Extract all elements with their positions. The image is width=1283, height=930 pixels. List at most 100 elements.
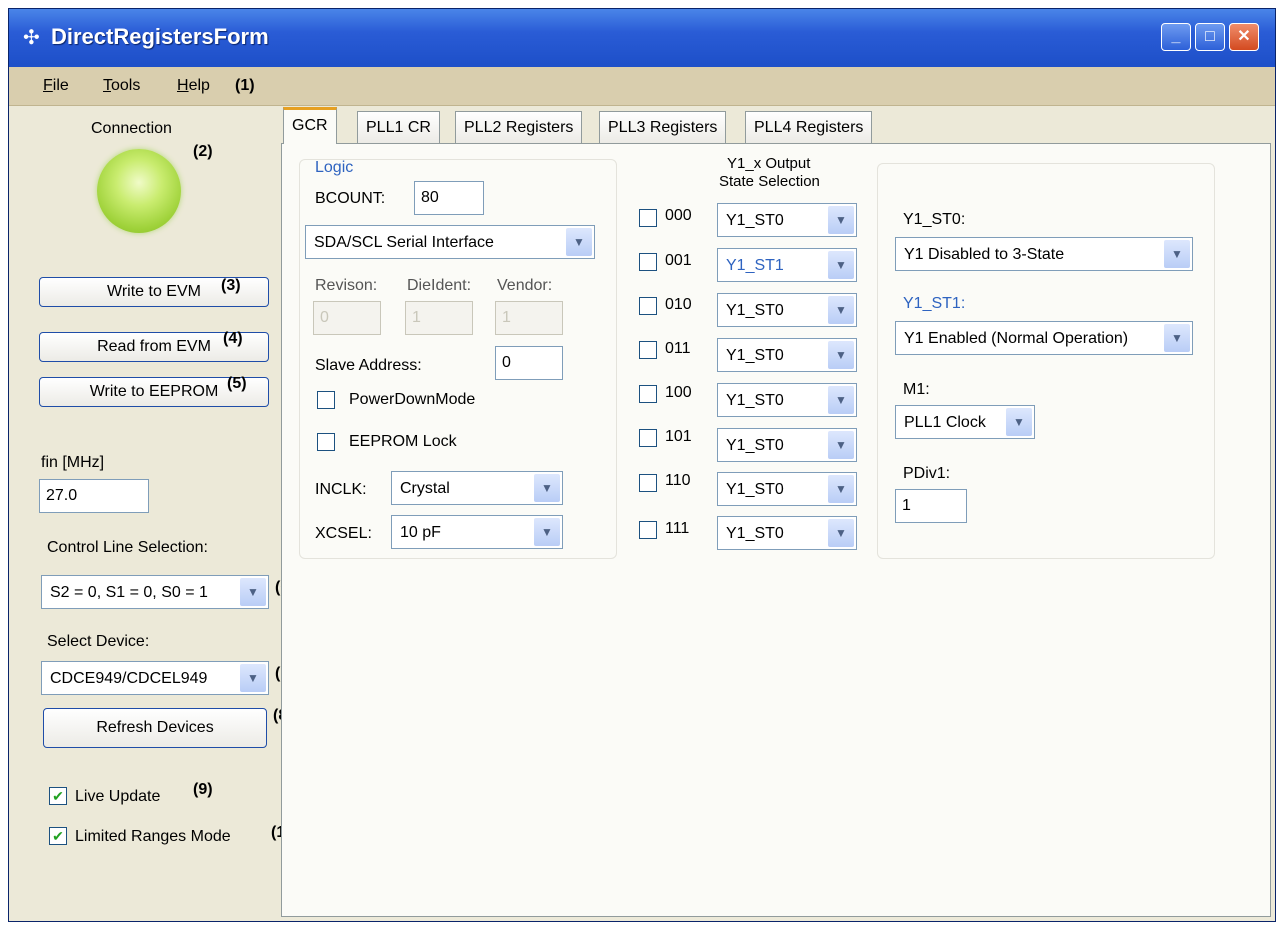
tab-pll1-cr[interactable]: PLL1 CR bbox=[357, 111, 440, 143]
output-row-state: Y1_ST0 bbox=[726, 525, 784, 542]
output-row-code: 010 bbox=[665, 296, 692, 313]
main-window: ✣ DirectRegistersForm _ □ ✕ File Tools H… bbox=[8, 8, 1276, 922]
chevron-down-icon[interactable]: ▼ bbox=[828, 431, 854, 459]
chevron-down-icon[interactable]: ▼ bbox=[534, 474, 560, 502]
annotation-9: (9) bbox=[193, 781, 213, 798]
connection-status-led-icon bbox=[97, 149, 181, 233]
tab-pll4-registers[interactable]: PLL4 Registers bbox=[745, 111, 873, 143]
dieident-field: 1 bbox=[405, 301, 473, 335]
output-row-select[interactable]: Y1_ST0 ▼ bbox=[717, 203, 857, 237]
menu-tools[interactable]: Tools bbox=[103, 77, 140, 95]
pdiv1-input[interactable]: 1 bbox=[895, 489, 967, 523]
output-row-select[interactable]: Y1_ST0 ▼ bbox=[717, 516, 857, 550]
bcount-input[interactable]: 80 bbox=[414, 181, 484, 215]
m1-value: PLL1 Clock bbox=[904, 414, 986, 431]
chevron-down-icon[interactable]: ▼ bbox=[534, 518, 560, 546]
y1-st0-select[interactable]: Y1 Disabled to 3-State ▼ bbox=[895, 237, 1193, 271]
write-to-evm-label: Write to EVM bbox=[107, 283, 201, 300]
chevron-down-icon[interactable]: ▼ bbox=[1164, 240, 1190, 268]
output-row-checkbox[interactable] bbox=[639, 209, 657, 227]
inclk-select[interactable]: Crystal ▼ bbox=[391, 471, 563, 505]
output-row-state: Y1_ST0 bbox=[726, 347, 784, 364]
output-row-checkbox[interactable] bbox=[639, 521, 657, 539]
output-row-state: Y1_ST0 bbox=[726, 481, 784, 498]
select-device-label: Select Device: bbox=[47, 633, 150, 650]
output-row-checkbox[interactable] bbox=[639, 253, 657, 271]
logic-group-label: Logic bbox=[315, 159, 354, 176]
fin-label: fin [MHz] bbox=[41, 454, 105, 471]
output-row-select[interactable]: Y1_ST0 ▼ bbox=[717, 428, 857, 462]
refresh-devices-label: Refresh Devices bbox=[96, 719, 214, 736]
vendor-label: Vendor: bbox=[497, 277, 553, 294]
annotation-4: (4) bbox=[223, 330, 243, 347]
chevron-down-icon[interactable]: ▼ bbox=[828, 341, 854, 369]
output-row-select[interactable]: Y1_ST1 ▼ bbox=[717, 248, 857, 282]
chevron-down-icon[interactable]: ▼ bbox=[240, 578, 266, 606]
powerdown-checkbox[interactable] bbox=[317, 391, 335, 409]
dieident-label: DieIdent: bbox=[407, 277, 472, 294]
output-row-checkbox[interactable] bbox=[639, 385, 657, 403]
y1-st1-select[interactable]: Y1 Enabled (Normal Operation) ▼ bbox=[895, 321, 1193, 355]
m1-select[interactable]: PLL1 Clock ▼ bbox=[895, 405, 1035, 439]
connection-label: Connection bbox=[91, 120, 172, 137]
output-header-line1: Y1_x Output bbox=[727, 155, 811, 172]
menu-help[interactable]: Help bbox=[177, 77, 210, 95]
output-row-select[interactable]: Y1_ST0 ▼ bbox=[717, 293, 857, 327]
write-to-eeprom-label: Write to EEPROM bbox=[89, 383, 219, 400]
title-bar[interactable]: ✣ DirectRegistersForm _ □ ✕ bbox=[9, 9, 1275, 67]
interface-select[interactable]: SDA/SCL Serial Interface ▼ bbox=[305, 225, 595, 259]
chevron-down-icon[interactable]: ▼ bbox=[828, 296, 854, 324]
tab-pll2-registers[interactable]: PLL2 Registers bbox=[455, 111, 583, 143]
xcsel-select[interactable]: 10 pF ▼ bbox=[391, 515, 563, 549]
slave-address-label: Slave Address: bbox=[315, 357, 422, 374]
output-row-state: Y1_ST1 bbox=[726, 257, 784, 274]
chevron-down-icon[interactable]: ▼ bbox=[828, 386, 854, 414]
output-row-state: Y1_ST0 bbox=[726, 302, 784, 319]
minimize-button[interactable]: _ bbox=[1161, 23, 1191, 51]
output-row-select[interactable]: Y1_ST0 ▼ bbox=[717, 338, 857, 372]
bcount-label: BCOUNT: bbox=[315, 190, 386, 207]
chevron-down-icon[interactable]: ▼ bbox=[240, 664, 266, 692]
output-row-select[interactable]: Y1_ST0 ▼ bbox=[717, 383, 857, 417]
output-row-select[interactable]: Y1_ST0 ▼ bbox=[717, 472, 857, 506]
vendor-field: 1 bbox=[495, 301, 563, 335]
output-row-checkbox[interactable] bbox=[639, 474, 657, 492]
menu-file[interactable]: File bbox=[43, 77, 69, 95]
control-line-select[interactable]: S2 = 0, S1 = 0, S0 = 1 ▼ bbox=[41, 575, 269, 609]
chevron-down-icon[interactable]: ▼ bbox=[828, 475, 854, 503]
chevron-down-icon[interactable]: ▼ bbox=[566, 228, 592, 256]
tab-gcr[interactable]: GCR bbox=[283, 107, 337, 144]
output-row-code: 101 bbox=[665, 428, 692, 445]
read-from-evm-label: Read from EVM bbox=[97, 338, 211, 355]
chevron-down-icon[interactable]: ▼ bbox=[1006, 408, 1032, 436]
live-update-label: Live Update bbox=[75, 788, 161, 805]
output-row-code: 001 bbox=[665, 252, 692, 269]
chevron-down-icon[interactable]: ▼ bbox=[828, 519, 854, 547]
annotation-2: (2) bbox=[193, 143, 213, 160]
powerdown-label: PowerDownMode bbox=[349, 391, 476, 408]
chevron-down-icon[interactable]: ▼ bbox=[828, 251, 854, 279]
limited-ranges-checkbox[interactable]: ✔ bbox=[49, 827, 67, 845]
output-row-code: 000 bbox=[665, 207, 692, 224]
maximize-button[interactable]: □ bbox=[1195, 23, 1225, 51]
live-update-checkbox[interactable]: ✔ bbox=[49, 787, 67, 805]
refresh-devices-button[interactable]: Refresh Devices bbox=[43, 708, 267, 748]
annotation-3: (3) bbox=[221, 277, 241, 294]
chevron-down-icon[interactable]: ▼ bbox=[828, 206, 854, 234]
slave-address-input[interactable]: 0 bbox=[495, 346, 563, 380]
tab-pll3-registers[interactable]: PLL3 Registers bbox=[599, 111, 727, 143]
eeprom-lock-checkbox[interactable] bbox=[317, 433, 335, 451]
select-device-select[interactable]: CDCE949/CDCEL949 ▼ bbox=[41, 661, 269, 695]
xcsel-label: XCSEL: bbox=[315, 525, 372, 542]
chevron-down-icon[interactable]: ▼ bbox=[1164, 324, 1190, 352]
fin-input[interactable]: 27.0 bbox=[39, 479, 149, 513]
output-header-line2: State Selection bbox=[719, 173, 820, 190]
inclk-value: Crystal bbox=[400, 480, 450, 497]
close-button[interactable]: ✕ bbox=[1229, 23, 1259, 51]
output-row-code: 011 bbox=[665, 340, 691, 357]
output-row-checkbox[interactable] bbox=[639, 341, 657, 359]
output-row-checkbox[interactable] bbox=[639, 297, 657, 315]
output-row-state: Y1_ST0 bbox=[726, 437, 784, 454]
output-row-checkbox[interactable] bbox=[639, 429, 657, 447]
inclk-label: INCLK: bbox=[315, 481, 367, 498]
